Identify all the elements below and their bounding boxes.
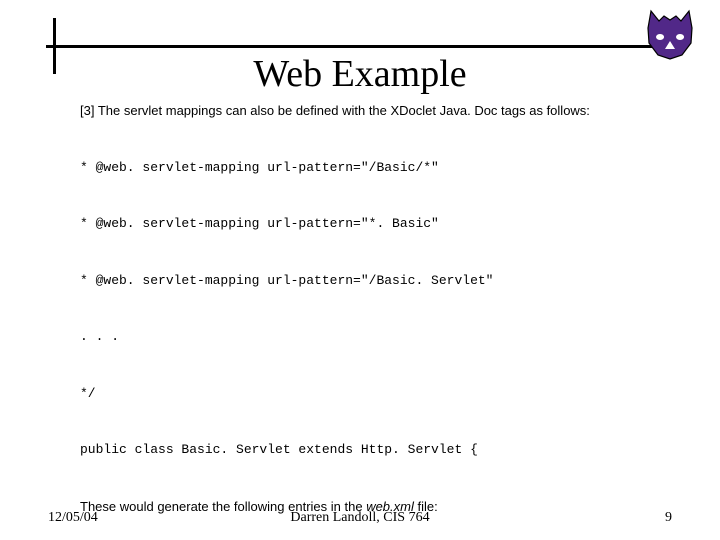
slide-body: [3] The servlet mappings can also be def…: [80, 102, 660, 540]
slide-title: Web Example: [0, 52, 720, 96]
footer-page: 9: [665, 510, 672, 526]
code-line: */: [80, 385, 660, 404]
code-line: * @web. servlet-mapping url-pattern="/Ba…: [80, 159, 660, 178]
code-block-1: * @web. servlet-mapping url-pattern="/Ba…: [80, 121, 660, 498]
intro-line: [3] The servlet mappings can also be def…: [80, 102, 660, 121]
code-line: * @web. servlet-mapping url-pattern="/Ba…: [80, 272, 660, 291]
slide: Web Example [3] The servlet mappings can…: [0, 0, 720, 540]
title-rule-horizontal: [46, 45, 652, 48]
code-line: public class Basic. Servlet extends Http…: [80, 441, 660, 460]
code-line: * @web. servlet-mapping url-pattern="*. …: [80, 215, 660, 234]
footer-author: Darren Landoll, CIS 764: [48, 510, 672, 526]
code-line: . . .: [80, 328, 660, 347]
